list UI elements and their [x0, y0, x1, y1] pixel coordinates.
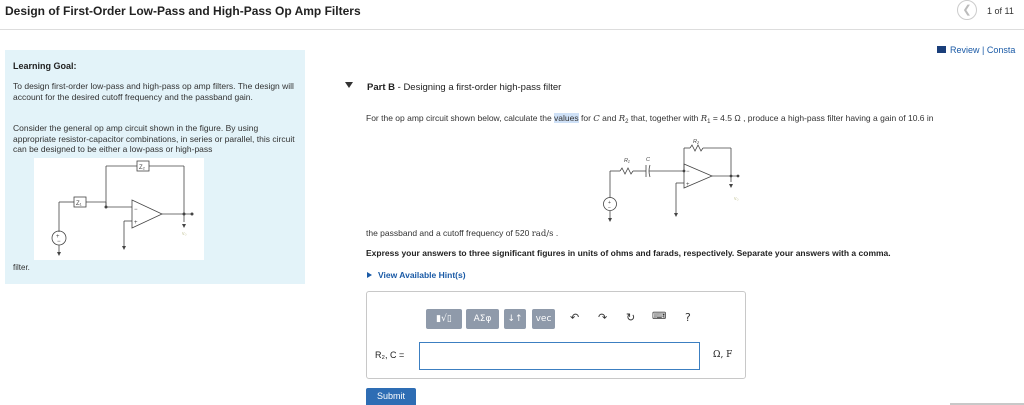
answer-units: Ω, F — [713, 350, 733, 360]
high-pass-circuit-figure: R₁ C R₂ − + + − v₀ — [598, 138, 750, 228]
svg-text:−: − — [608, 205, 611, 211]
answer-label: R₂, C = — [375, 350, 405, 360]
learning-goal-paragraph: Consider the general op amp circuit show… — [13, 123, 295, 154]
top-bar: Design of First-Order Low-Pass and High-… — [0, 0, 1024, 30]
answer-input[interactable] — [419, 342, 700, 370]
problem-statement: For the op amp circuit shown below, calc… — [366, 113, 934, 125]
book-icon — [937, 46, 946, 53]
learning-goal-heading: Learning Goal: — [13, 61, 77, 71]
vo-label: v₀ — [182, 231, 187, 237]
r1-label: R₁ — [624, 158, 630, 164]
c-label: C — [646, 157, 650, 163]
templates-icon[interactable]: ▮√▯ — [426, 309, 462, 329]
review-constants-link[interactable]: Review | Consta — [937, 45, 1015, 55]
general-op-amp-circuit-figure: Z₂ Z₁ − + + − v₀ — [34, 158, 204, 260]
vector-button[interactable]: vec — [532, 309, 555, 329]
keyboard-icon[interactable]: ⌨ — [652, 311, 666, 322]
page-counter: 1 of 11 — [987, 6, 1014, 16]
svg-text:−: − — [686, 169, 690, 175]
svg-text:+: + — [686, 182, 690, 188]
answer-instructions: Express your answers to three significan… — [366, 248, 891, 258]
learning-goal-paragraph: To design first-order low-pass and high-… — [13, 81, 294, 102]
undo-icon[interactable]: ↶ — [570, 311, 579, 324]
help-button[interactable]: ? — [685, 311, 691, 324]
z2-label: Z₂ — [139, 165, 146, 171]
page-title: Design of First-Order Low-Pass and High-… — [5, 4, 361, 18]
answer-box: ▮√▯ ΑΣφ ↓↑ vec ↶ ↷ ↻ ⌨ ? R₂, C = Ω, F — [366, 291, 746, 379]
learning-goal-panel: Learning Goal: To design first-order low… — [5, 50, 305, 284]
svg-text:−: − — [57, 239, 61, 245]
z1-label: Z₁ — [76, 201, 82, 207]
redo-icon[interactable]: ↷ — [598, 311, 607, 324]
r2-label: R₂ — [693, 139, 700, 145]
chevron-left-icon[interactable]: ❮ — [957, 0, 977, 20]
part-title: Part B - Designing a first-order high-pa… — [367, 82, 562, 93]
sort-button[interactable]: ↓↑ — [504, 309, 526, 329]
caret-down-icon[interactable] — [345, 82, 353, 88]
view-hints-link[interactable]: View Available Hint(s) — [367, 270, 466, 280]
submit-button[interactable]: Submit — [366, 388, 416, 405]
svg-text:+: + — [134, 220, 138, 226]
passband-statement: the passband and a cutoff frequency of 5… — [366, 228, 559, 239]
learning-goal-tail: filter. — [13, 263, 30, 272]
vo-label: v₀ — [734, 196, 739, 202]
reset-icon[interactable]: ↻ — [626, 311, 635, 324]
caret-right-icon — [367, 272, 372, 278]
svg-text:−: − — [134, 207, 138, 213]
greek-symbols-button[interactable]: ΑΣφ — [466, 309, 499, 329]
